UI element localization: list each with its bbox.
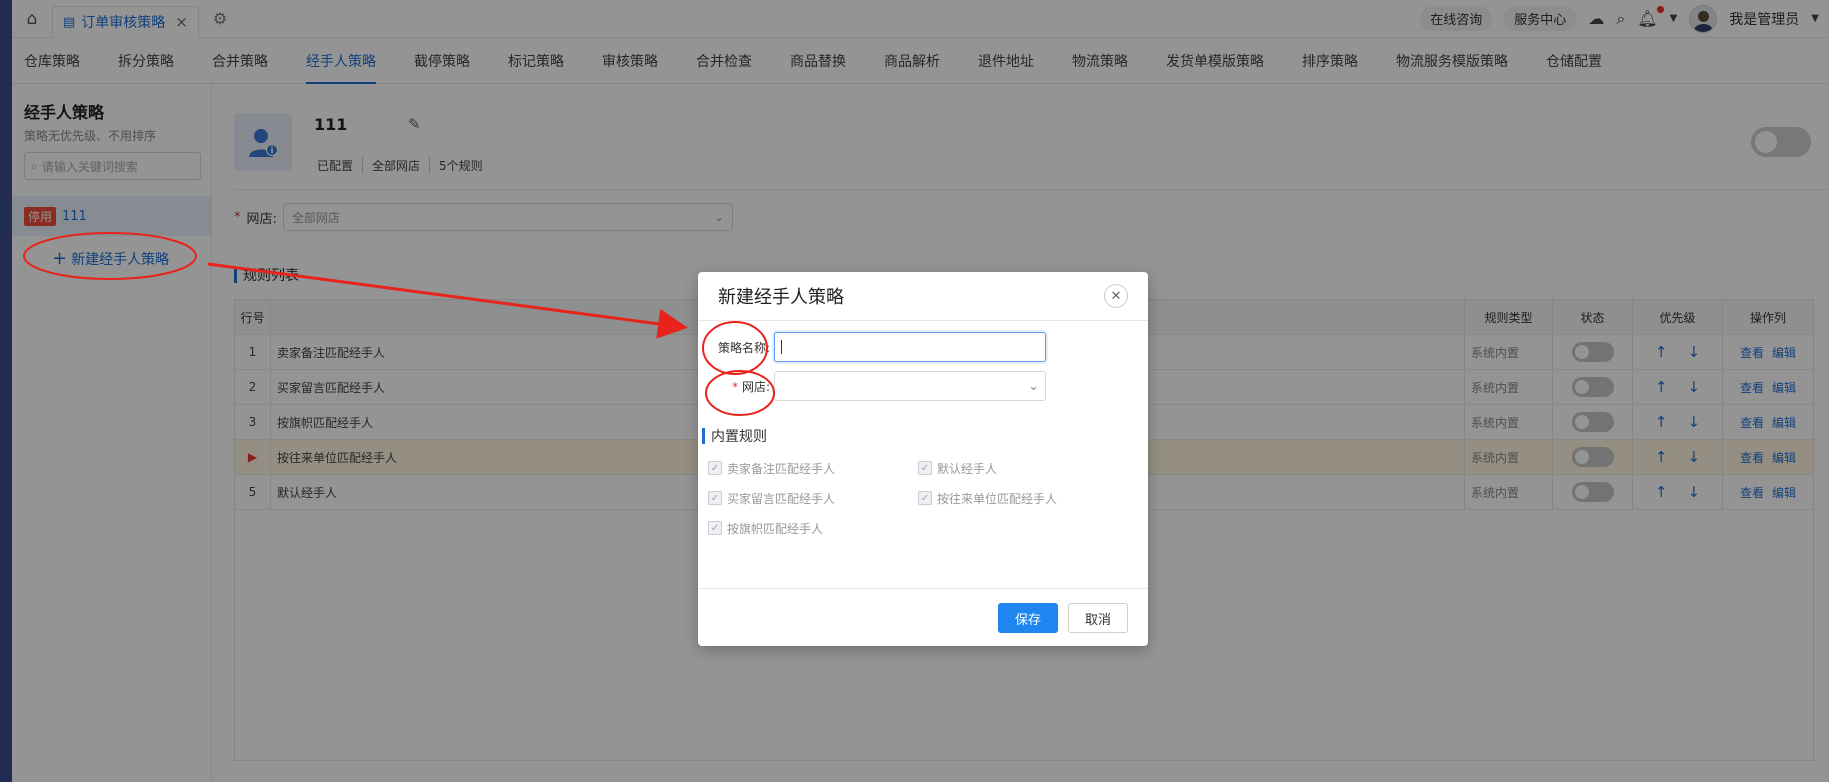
builtin-title: 内置规则: [711, 429, 767, 445]
close-icon[interactable]: ✕: [1104, 284, 1128, 308]
builtin-rule-checkbox[interactable]: ✓ 默认经手人: [918, 458, 1128, 478]
builtin-rule-label: 卖家备注匹配经手人: [727, 461, 836, 476]
save-button[interactable]: 保存: [998, 603, 1058, 633]
shop-row: * 网店: ⌄: [708, 371, 1046, 401]
builtin-section-title: 内置规则: [702, 426, 767, 446]
dialog-title: 新建经手人策略: [718, 287, 844, 308]
shop-select[interactable]: ⌄: [774, 371, 1046, 401]
builtin-rule-checkbox[interactable]: ✓ 按往来单位匹配经手人: [918, 488, 1128, 508]
builtin-rule-checkbox[interactable]: ✓ 卖家备注匹配经手人: [708, 458, 918, 478]
checkbox-check-icon: ✓: [918, 461, 932, 475]
checkbox-check-icon: ✓: [708, 491, 722, 505]
builtin-rule-label: 按旗帜匹配经手人: [727, 521, 824, 536]
chevron-down-icon: ⌄: [1028, 378, 1039, 394]
text-caret: [781, 340, 782, 354]
new-strategy-dialog: 新建经手人策略 ✕ 策略名称: * 网店: ⌄ 内置规则 ✓ 卖家备注匹配经手人 ✓…: [698, 272, 1148, 646]
section-marker: [702, 428, 705, 444]
dialog-header: 新建经手人策略: [698, 272, 1148, 321]
builtin-rule-checkbox[interactable]: ✓ 买家留言匹配经手人: [708, 488, 918, 508]
checkbox-check-icon: ✓: [708, 461, 722, 475]
shop-label: * 网店:: [732, 379, 770, 394]
builtin-rule-checkbox[interactable]: ✓ 按旗帜匹配经手人: [708, 518, 918, 538]
name-row: 策略名称:: [708, 332, 1046, 362]
strategy-name-input[interactable]: [774, 332, 1046, 362]
builtin-rule-label: 买家留言匹配经手人: [727, 491, 836, 506]
checkbox-check-icon: ✓: [918, 491, 932, 505]
builtin-rule-label: 按往来单位匹配经手人: [937, 491, 1058, 506]
cancel-button[interactable]: 取消: [1068, 603, 1128, 633]
dialog-footer: 保存 取消: [698, 588, 1148, 646]
builtin-rule-label: 默认经手人: [937, 461, 998, 476]
name-label: 策略名称:: [717, 340, 770, 355]
checkbox-check-icon: ✓: [708, 521, 722, 535]
builtin-rules-list: ✓ 卖家备注匹配经手人 ✓ 默认经手人 ✓ 买家留言匹配经手人 ✓ 按往来单位匹配经手人 ✓ 按旗…: [708, 458, 1128, 538]
